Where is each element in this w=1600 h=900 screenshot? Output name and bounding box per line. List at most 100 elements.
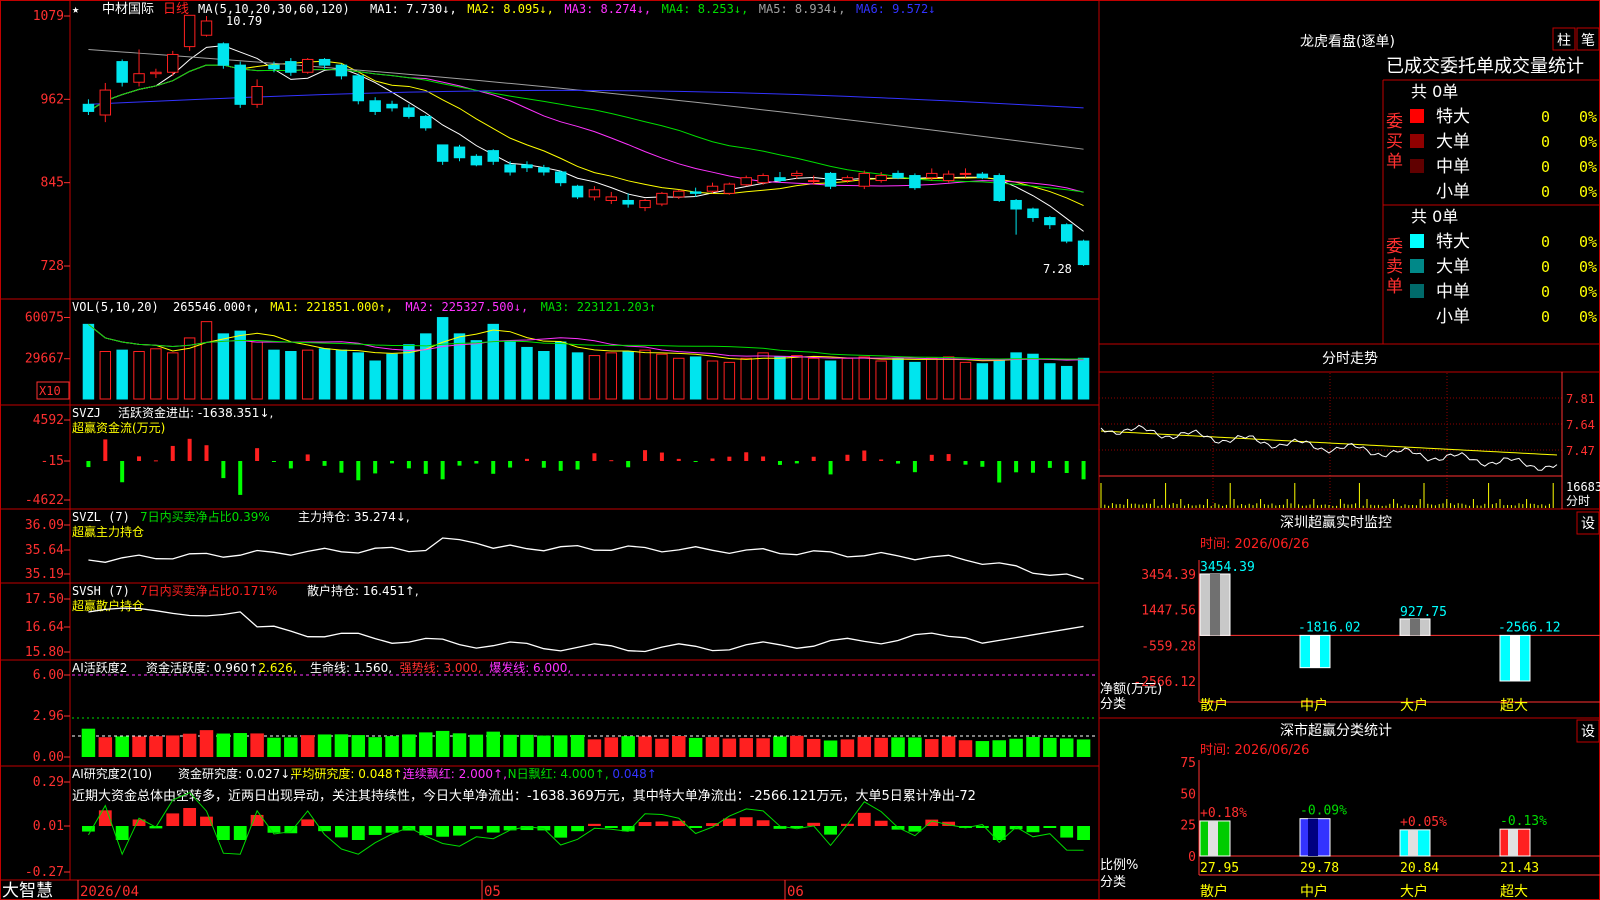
classify-value-label: 27.95 — [1200, 861, 1239, 876]
candle[interactable] — [1060, 224, 1073, 242]
candle[interactable] — [841, 177, 854, 182]
candle[interactable] — [369, 100, 381, 112]
candle[interactable] — [571, 185, 584, 198]
candle[interactable] — [352, 75, 365, 102]
classify-ylabel: 比例% — [1100, 858, 1138, 873]
candle[interactable] — [1044, 217, 1056, 226]
classify-change-label: +0.05% — [1400, 815, 1447, 830]
candle[interactable] — [251, 86, 263, 105]
candle[interactable] — [150, 71, 162, 75]
candle[interactable] — [318, 58, 331, 66]
candle[interactable] — [1077, 240, 1090, 266]
order-type: 小单 — [1436, 182, 1470, 202]
buy-total: 共 0单 — [1411, 82, 1458, 101]
volume-legend: 265546.000↑, MA1: 221851.000↑, MA2: 225327… — [173, 300, 656, 314]
candle[interactable] — [301, 58, 314, 73]
candle[interactable] — [791, 172, 803, 177]
candle[interactable] — [689, 191, 702, 194]
candle[interactable] — [892, 172, 904, 179]
research-bar — [486, 826, 500, 833]
activity-bar — [840, 739, 855, 757]
retail-holding-line — [88, 607, 1084, 653]
flow-bar — [558, 461, 563, 471]
activity-bar — [419, 732, 433, 757]
legend-item: MA6: 9.572↓ — [856, 2, 935, 16]
monitor-bar-highlight — [1410, 618, 1420, 636]
volume-bar — [993, 360, 1005, 400]
candle[interactable] — [858, 172, 871, 187]
candle[interactable] — [234, 64, 246, 105]
svzj-sub: 超赢资金流(万元) — [72, 420, 165, 435]
research-bar — [689, 826, 703, 828]
candle[interactable] — [588, 189, 601, 198]
intraday-tick: 7.64 — [1566, 418, 1595, 432]
volume-bar — [352, 352, 365, 400]
volume-bar — [82, 323, 95, 400]
period-label[interactable]: 日线 — [163, 2, 189, 17]
candle[interactable] — [200, 20, 213, 36]
candle[interactable] — [942, 173, 955, 182]
candle[interactable] — [183, 14, 196, 48]
candle[interactable] — [82, 103, 95, 112]
activity-bar — [182, 733, 197, 757]
candle[interactable] — [875, 175, 887, 182]
candle[interactable] — [99, 89, 112, 116]
candle[interactable] — [420, 115, 432, 129]
activity-bar — [672, 736, 686, 757]
candle[interactable] — [622, 199, 634, 205]
candle[interactable] — [538, 167, 550, 173]
candle[interactable] — [740, 177, 752, 186]
candle[interactable] — [487, 150, 499, 162]
flow-bar — [406, 461, 411, 469]
candle[interactable] — [656, 192, 668, 205]
activity-bar — [1076, 739, 1091, 757]
research-bar — [183, 808, 197, 826]
candle[interactable] — [959, 172, 972, 175]
volume-bar — [875, 360, 887, 400]
candle[interactable] — [976, 173, 989, 179]
candle[interactable] — [824, 172, 837, 187]
candle[interactable] — [757, 175, 769, 184]
candle[interactable] — [217, 43, 230, 66]
candle[interactable] — [521, 164, 533, 169]
svzj-label: 活跃资金进出: -1638.351↓, — [118, 405, 273, 420]
volume-bar — [1027, 353, 1039, 400]
monitor-bar-highlight — [1510, 635, 1520, 681]
candle[interactable] — [268, 64, 280, 70]
candle[interactable] — [993, 175, 1005, 201]
classify-time: 时间: 2026/06/26 — [1200, 743, 1309, 758]
candle[interactable] — [285, 61, 297, 73]
stock-name[interactable]: 中材国际 — [102, 2, 154, 17]
candle[interactable] — [386, 103, 398, 109]
star-icon: ★ — [72, 2, 79, 16]
candle[interactable] — [335, 64, 348, 77]
order-type: 特大 — [1436, 232, 1470, 252]
candle[interactable] — [639, 199, 651, 209]
candle[interactable] — [807, 180, 820, 183]
candle[interactable] — [167, 53, 179, 73]
candle[interactable] — [605, 196, 618, 201]
candle[interactable] — [1027, 208, 1039, 219]
candle[interactable] — [1010, 199, 1022, 210]
candle[interactable] — [133, 73, 145, 83]
candle[interactable] — [926, 172, 938, 179]
classify-settings-label: 设 — [1581, 724, 1595, 740]
research-bar — [436, 826, 450, 837]
flow-bar — [288, 461, 293, 469]
candle[interactable] — [470, 155, 483, 166]
flow-bar — [609, 460, 614, 462]
activity-bar — [823, 740, 838, 757]
candle[interactable] — [673, 190, 685, 198]
candle[interactable] — [504, 164, 516, 173]
candlestick-series[interactable] — [82, 14, 1090, 266]
candle[interactable] — [403, 107, 415, 117]
candle[interactable] — [436, 144, 449, 162]
candle[interactable] — [774, 177, 786, 182]
candle[interactable] — [554, 171, 567, 184]
candle[interactable] — [706, 185, 719, 192]
volume-bar — [909, 361, 921, 400]
candle[interactable] — [453, 146, 466, 159]
candle[interactable] — [723, 183, 736, 194]
candle[interactable] — [909, 175, 921, 189]
candle[interactable] — [116, 61, 128, 83]
